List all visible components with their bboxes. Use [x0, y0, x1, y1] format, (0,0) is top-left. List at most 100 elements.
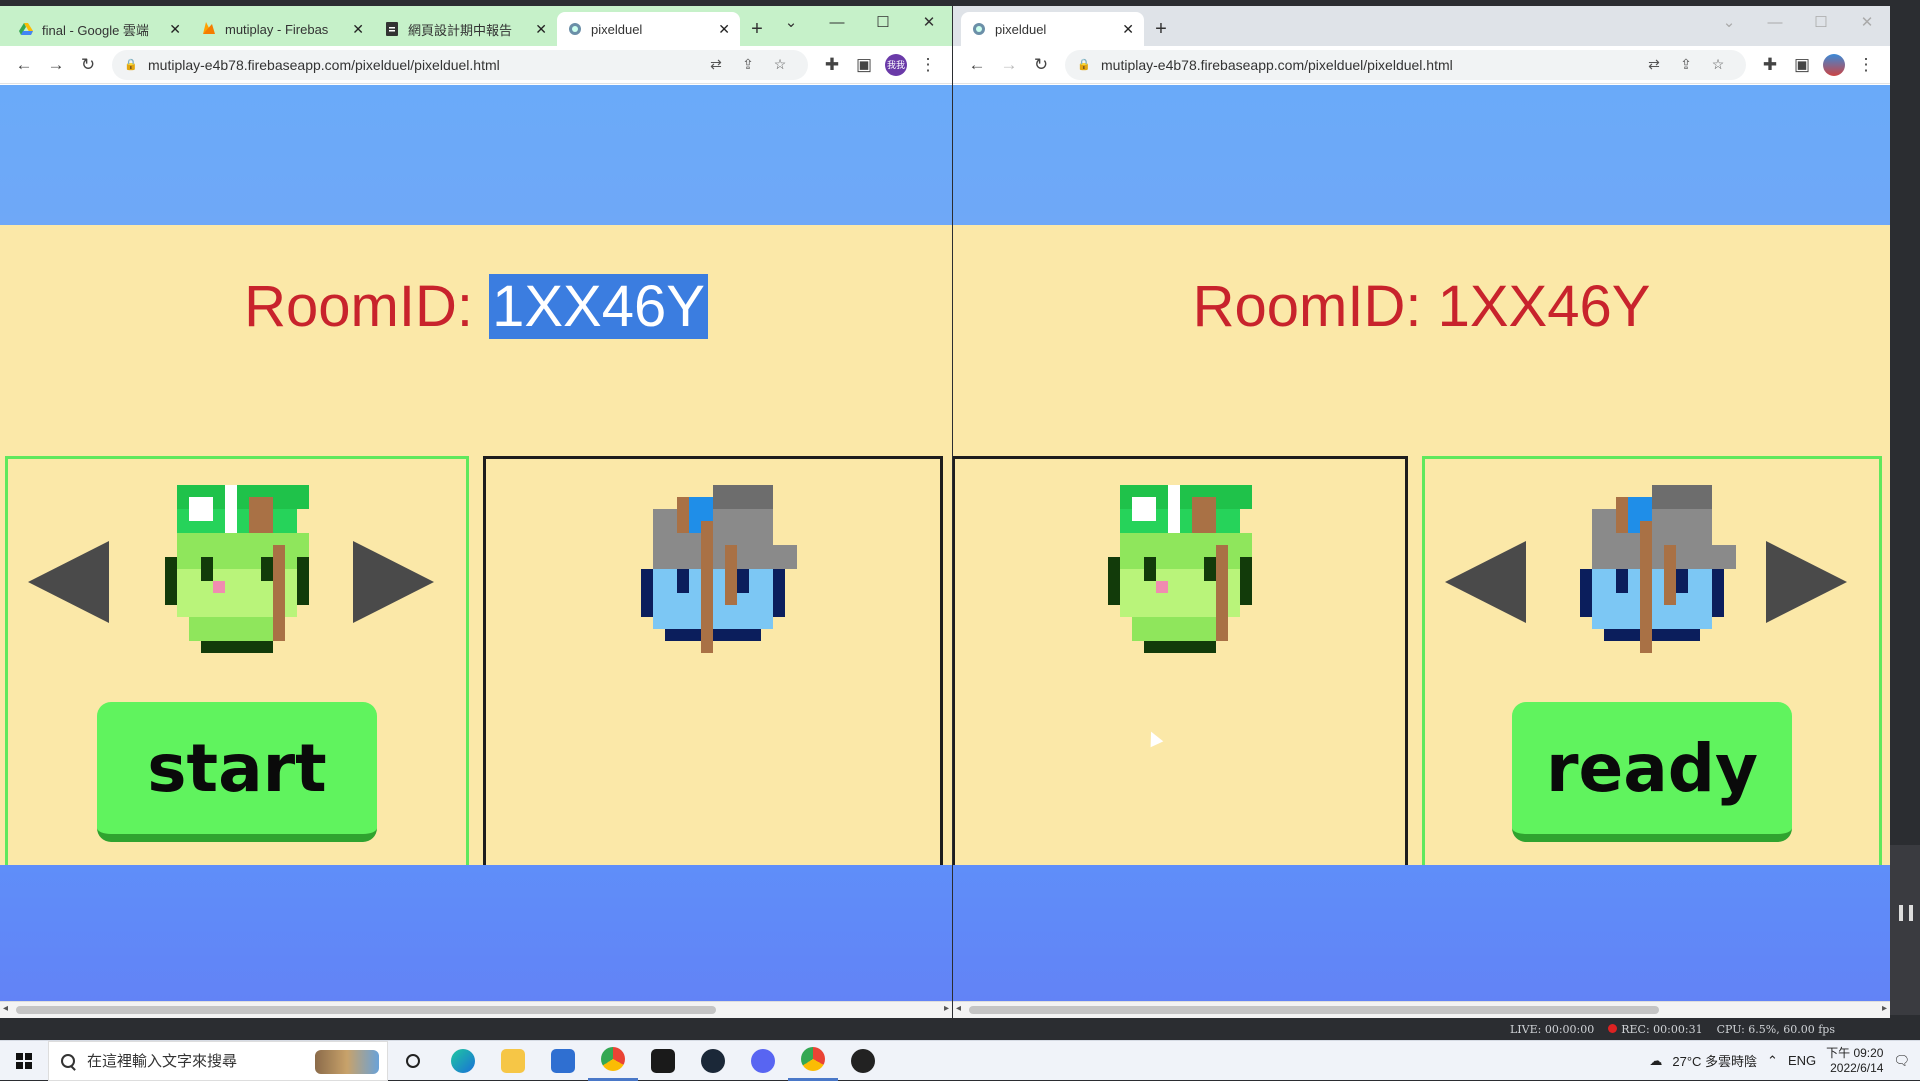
lock-icon: 🔒: [1077, 59, 1091, 71]
game-app-icon[interactable]: [638, 1041, 688, 1081]
back-arrow-icon[interactable]: ←: [8, 49, 40, 81]
wizard-character-sprite: [1556, 473, 1748, 665]
pixelduel-icon: [567, 21, 583, 37]
chrome-icon[interactable]: [588, 1041, 638, 1081]
translate-icon[interactable]: ⇄: [1638, 56, 1670, 73]
language-indicator[interactable]: ENG: [1788, 1053, 1816, 1068]
scrollbar-thumb[interactable]: [969, 1006, 1659, 1014]
ready-button[interactable]: ready: [1512, 702, 1792, 842]
maximize-button[interactable]: ☐: [860, 6, 906, 38]
discord-logo: [751, 1048, 775, 1073]
forward-arrow-icon[interactable]: →: [40, 49, 72, 81]
pixelduel-icon: [971, 21, 987, 37]
room-id-value[interactable]: 1XX46Y: [489, 274, 708, 339]
tab-title: pixelduel: [591, 21, 643, 37]
taskbar-search-box[interactable]: 在這裡輸入文字來搜尋: [48, 1040, 388, 1081]
chrome-profile-icon[interactable]: [788, 1041, 838, 1081]
extensions-icon[interactable]: ✚: [816, 49, 848, 81]
back-arrow-icon[interactable]: ←: [961, 49, 993, 81]
scroll-right-icon[interactable]: ▸: [944, 1003, 949, 1014]
scrollbar-thumb[interactable]: [16, 1006, 716, 1014]
player1-slot: start: [5, 456, 469, 894]
close-window-button[interactable]: ✕: [906, 6, 952, 38]
close-tab-icon[interactable]: ✕: [718, 21, 730, 38]
edge-logo: [451, 1048, 475, 1073]
close-tab-icon[interactable]: ✕: [352, 21, 364, 38]
side-panel-icon[interactable]: ▣: [848, 49, 880, 81]
translate-icon[interactable]: ⇄: [700, 56, 732, 73]
horizontal-scrollbar[interactable]: ◂ ▸: [953, 1001, 1890, 1018]
address-bar[interactable]: 🔒 mutiplay-e4b78.firebaseapp.com/pixeldu…: [1065, 49, 1746, 80]
notification-icon[interactable]: 🗨: [1893, 1053, 1910, 1069]
minimize-button[interactable]: —: [1752, 6, 1798, 38]
reload-icon[interactable]: ↻: [72, 49, 104, 81]
pause-icon[interactable]: [1899, 905, 1913, 921]
menu-kebab-icon[interactable]: ⋮: [912, 49, 944, 81]
share-icon[interactable]: ⇪: [732, 56, 764, 73]
extensions-icon[interactable]: ✚: [1754, 49, 1786, 81]
tab-firebase[interactable]: mutiplay - Firebas ✕: [191, 12, 374, 46]
avatar: [1823, 53, 1845, 76]
close-tab-icon[interactable]: ✕: [1122, 21, 1134, 38]
room-id-value[interactable]: 1XX46Y: [1438, 274, 1651, 339]
start-button[interactable]: [0, 1041, 48, 1081]
scroll-right-icon[interactable]: ▸: [1882, 1003, 1887, 1014]
profile-avatar[interactable]: 我我: [880, 49, 912, 81]
next-character-arrow[interactable]: [353, 541, 434, 623]
close-window-button[interactable]: ✕: [1844, 6, 1890, 38]
tab-search-icon[interactable]: ⌄: [768, 6, 814, 38]
windows-logo-icon: [16, 1052, 32, 1069]
share-icon[interactable]: ⇪: [1670, 56, 1702, 73]
side-panel-icon[interactable]: ▣: [1786, 49, 1818, 81]
mouse-cursor: [1144, 728, 1164, 748]
discord-icon[interactable]: [738, 1041, 788, 1081]
clock-date: 2022/6/14: [1830, 1060, 1884, 1075]
record-dot-icon: [1608, 1023, 1618, 1033]
tab-search-icon[interactable]: ⌄: [1706, 6, 1752, 38]
edge-icon[interactable]: [438, 1041, 488, 1081]
tab-docs[interactable]: 網頁設計期中報告 ✕: [374, 12, 557, 46]
weather-text[interactable]: 27°C 多雲時陰: [1672, 1051, 1757, 1070]
clock[interactable]: 下午 09:20 2022/6/14: [1826, 1046, 1883, 1076]
scroll-left-icon[interactable]: ◂: [3, 1003, 8, 1014]
maximize-button[interactable]: ☐: [1798, 6, 1844, 38]
tab-google-drive[interactable]: final - Google 雲端 ✕: [8, 12, 191, 46]
next-character-arrow[interactable]: [1766, 541, 1847, 623]
obs-icon[interactable]: [838, 1041, 888, 1081]
player1-slot: [953, 456, 1408, 894]
profile-avatar[interactable]: [1818, 49, 1850, 81]
start-button[interactable]: start: [97, 702, 377, 842]
menu-kebab-icon[interactable]: ⋮: [1850, 49, 1882, 81]
file-explorer-icon[interactable]: [488, 1041, 538, 1081]
firebase-icon: [201, 21, 217, 37]
live-status: LIVE: 00:00:00: [1510, 1022, 1595, 1036]
url-text: mutiplay-e4b78.firebaseapp.com/pixelduel…: [148, 56, 500, 73]
prev-character-arrow[interactable]: [28, 541, 109, 623]
close-tab-icon[interactable]: ✕: [169, 21, 181, 38]
bookmark-star-icon[interactable]: ☆: [764, 56, 796, 73]
tab-pixelduel[interactable]: pixelduel ✕: [557, 12, 740, 46]
steam-icon[interactable]: [688, 1041, 738, 1081]
close-tab-icon[interactable]: ✕: [535, 21, 547, 38]
address-bar[interactable]: 🔒 mutiplay-e4b78.firebaseapp.com/pixeldu…: [112, 49, 808, 80]
minimize-button[interactable]: —: [814, 6, 860, 38]
tab-title: pixelduel: [995, 21, 1047, 37]
rec-status: REC: 00:00:31: [1608, 1022, 1703, 1036]
url-text: mutiplay-e4b78.firebaseapp.com/pixelduel…: [1101, 56, 1453, 73]
new-tab-button[interactable]: +: [1144, 12, 1178, 46]
game-page-right: RoomID: 1XX46Y ready: [953, 85, 1890, 1001]
forward-arrow-icon[interactable]: →: [993, 49, 1025, 81]
scroll-left-icon[interactable]: ◂: [956, 1003, 961, 1014]
browser-toolbar: ← → ↻ 🔒 mutiplay-e4b78.firebaseapp.com/p…: [953, 46, 1890, 84]
rec-time: REC: 00:00:31: [1621, 1022, 1703, 1036]
bookmark-star-icon[interactable]: ☆: [1702, 56, 1734, 73]
store-icon[interactable]: [538, 1041, 588, 1081]
window-controls: ⌄ — ☐ ✕: [1706, 6, 1890, 38]
horizontal-scrollbar[interactable]: ◂ ▸: [0, 1001, 952, 1018]
task-view-icon[interactable]: [388, 1041, 438, 1081]
prev-character-arrow[interactable]: [1445, 541, 1526, 623]
elf-character-sprite: [1084, 473, 1276, 665]
reload-icon[interactable]: ↻: [1025, 49, 1057, 81]
tab-pixelduel[interactable]: pixelduel ✕: [961, 12, 1144, 46]
tray-chevron-icon[interactable]: ⌃: [1767, 1053, 1778, 1069]
